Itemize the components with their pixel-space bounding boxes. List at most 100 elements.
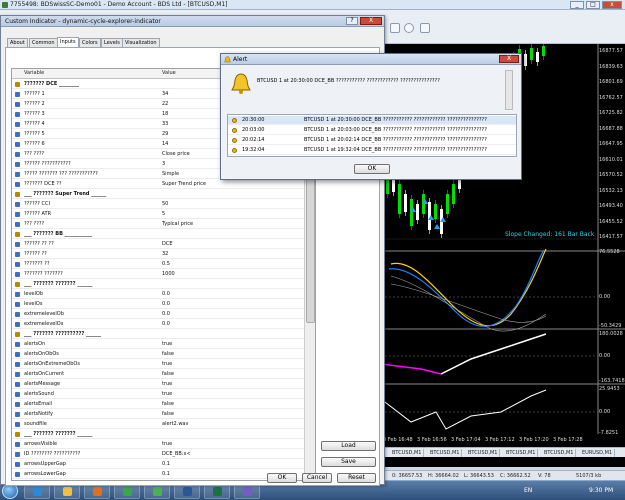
input-row[interactable]: ___ ??????? ??????? ______ bbox=[12, 430, 304, 439]
input-row[interactable]: ___ ??????? ??????? ______ bbox=[12, 280, 304, 289]
message-scrollbar[interactable] bbox=[505, 70, 513, 110]
chart-tab[interactable]: BTCUSD,M1 bbox=[542, 449, 577, 457]
variable-value[interactable]: 5 bbox=[162, 211, 165, 217]
variable-value[interactable]: true bbox=[162, 341, 172, 347]
input-row[interactable]: alertsOn true bbox=[12, 340, 304, 349]
input-row[interactable]: levelOs 0.0 bbox=[12, 300, 304, 309]
alert-row[interactable]: 20:02:14 BTCUSD 1 at 20:02:14 DCE_BB ????… bbox=[228, 136, 516, 145]
input-row[interactable]: extremelevelOb 0.0 bbox=[12, 310, 304, 319]
input-row[interactable]: alertsOnObOs false bbox=[12, 350, 304, 359]
input-row[interactable]: alertsOnExtremeObOs true bbox=[12, 360, 304, 369]
variable-value[interactable]: Typical price bbox=[162, 221, 193, 227]
ok-button[interactable]: OK bbox=[267, 473, 297, 483]
input-row[interactable]: alertsNotify false bbox=[12, 410, 304, 419]
input-row[interactable]: ___ ??????? BB ___________ bbox=[12, 230, 304, 239]
input-row[interactable]: extremelevelOs 0.0 bbox=[12, 320, 304, 329]
column-value[interactable]: Value bbox=[162, 70, 176, 76]
variable-value[interactable]: false bbox=[162, 411, 174, 417]
chart-shift-icon[interactable] bbox=[390, 23, 400, 33]
chart-tab[interactable]: BTCUSD,M1 bbox=[466, 449, 501, 457]
input-row[interactable]: alertsMessage true bbox=[12, 380, 304, 389]
variable-value[interactable]: DCE bbox=[162, 241, 173, 247]
input-row[interactable]: ID ???????? ?????????? DCE_BB:x< bbox=[12, 450, 304, 459]
input-row[interactable]: levelOb 0.0 bbox=[12, 290, 304, 299]
save-button[interactable]: Save bbox=[321, 457, 376, 467]
variable-value[interactable]: 29 bbox=[162, 131, 168, 137]
variable-value[interactable]: 18 bbox=[162, 111, 168, 117]
chart-tab[interactable]: EURUSD,M1 bbox=[580, 449, 616, 457]
templates-icon[interactable] bbox=[420, 23, 430, 33]
variable-value[interactable]: 3 bbox=[162, 161, 165, 167]
variable-value[interactable]: true bbox=[162, 391, 172, 397]
variable-value[interactable]: 0.0 bbox=[162, 291, 170, 297]
alert-close-button[interactable]: X bbox=[499, 55, 519, 63]
variable-value[interactable]: 34 bbox=[162, 91, 168, 97]
input-row[interactable]: ??????? DCE ?? Super Trend price bbox=[12, 180, 304, 189]
input-row[interactable]: ___ ??????? ?????????? ______ bbox=[12, 330, 304, 339]
variable-value[interactable]: false bbox=[162, 401, 174, 407]
input-row[interactable]: arrowsOnObOstrue bbox=[12, 480, 304, 481]
variable-value[interactable]: DCE_BB:x< bbox=[162, 451, 191, 457]
input-row[interactable]: ?????? ATR 5 bbox=[12, 210, 304, 219]
dialog-close-button[interactable]: X bbox=[360, 17, 382, 25]
chart-tab[interactable]: BTCUSD,M1 bbox=[504, 449, 539, 457]
variable-value[interactable]: Simple bbox=[162, 171, 179, 177]
alert-row[interactable]: 20:03:00 BTCUSD 1 at 20:03:00 DCE_BB ????… bbox=[228, 126, 516, 135]
close-button[interactable]: x bbox=[602, 1, 622, 9]
variable-value[interactable]: 14 bbox=[162, 141, 168, 147]
input-row[interactable]: arrowsLowerGap 0.1 bbox=[12, 470, 304, 479]
variable-value[interactable]: Close price bbox=[162, 151, 190, 157]
input-row[interactable]: soundfile alert2.wav bbox=[12, 420, 304, 429]
tab-visualization[interactable]: Visualization bbox=[122, 38, 160, 47]
input-row[interactable]: ?????? ?? 32 bbox=[12, 250, 304, 259]
variable-value[interactable]: true bbox=[162, 361, 172, 367]
input-row[interactable]: alertsSound true bbox=[12, 390, 304, 399]
input-row[interactable]: arrowsUpperGap 0.1 bbox=[12, 460, 304, 469]
variable-value[interactable]: 0.0 bbox=[162, 301, 170, 307]
alert-history-list[interactable]: 20:30:00 BTCUSD 1 at 20:30:00 DCE_BB ????… bbox=[227, 114, 517, 157]
chart-tab[interactable]: BTCUSD,M1 bbox=[390, 449, 425, 457]
variable-value[interactable]: 32 bbox=[162, 251, 168, 257]
tab-colors[interactable]: Colors bbox=[79, 38, 101, 47]
tab-about[interactable]: About bbox=[7, 38, 28, 47]
alert-ok-button[interactable]: OK bbox=[354, 164, 390, 174]
variable-value[interactable]: 1000 bbox=[162, 271, 175, 277]
variable-value[interactable]: 0.5 bbox=[162, 261, 170, 267]
input-row[interactable]: ?????? ?? ?? DCE bbox=[12, 240, 304, 249]
tab-common[interactable]: Common bbox=[29, 38, 58, 47]
variable-value[interactable]: alert2.wav bbox=[162, 421, 188, 427]
help-button[interactable]: ? bbox=[346, 17, 358, 25]
language-indicator[interactable]: EN bbox=[524, 487, 532, 494]
tab-levels[interactable]: Levels bbox=[101, 38, 123, 47]
variable-value[interactable]: 22 bbox=[162, 101, 168, 107]
input-row[interactable]: ??????? ?? 0.5 bbox=[12, 260, 304, 269]
variable-value[interactable]: false bbox=[162, 351, 174, 357]
variable-value[interactable]: true bbox=[162, 381, 172, 387]
load-button[interactable]: Load bbox=[321, 441, 376, 451]
clock-icon[interactable] bbox=[404, 23, 414, 33]
input-row[interactable]: ?????? CCI 50 bbox=[12, 200, 304, 209]
variable-value[interactable]: 0.1 bbox=[162, 461, 170, 467]
variable-value[interactable]: 50 bbox=[162, 201, 168, 207]
maximize-button[interactable]: □ bbox=[586, 1, 600, 9]
variable-value[interactable]: 0.1 bbox=[162, 471, 170, 477]
input-row[interactable]: ??????? ??????? 1000 bbox=[12, 270, 304, 279]
variable-value[interactable]: true bbox=[162, 441, 172, 447]
input-row[interactable]: alertsOnCurrent false bbox=[12, 370, 304, 379]
minimize-button[interactable]: _ bbox=[570, 1, 584, 9]
tab-inputs[interactable]: Inputs bbox=[57, 37, 79, 47]
variable-value[interactable]: 33 bbox=[162, 121, 168, 127]
reset-button[interactable]: Reset bbox=[337, 473, 376, 483]
clock[interactable]: 9:30 PM bbox=[589, 487, 613, 494]
input-row[interactable]: alertsEmail false bbox=[12, 400, 304, 409]
input-row[interactable]: ??? ???? Typical price bbox=[12, 220, 304, 229]
alert-row[interactable]: 20:30:00 BTCUSD 1 at 20:30:00 DCE_BB ????… bbox=[228, 116, 516, 125]
variable-value[interactable]: false bbox=[162, 371, 174, 377]
cancel-button[interactable]: Cancel bbox=[302, 473, 332, 483]
column-variable[interactable]: Variable bbox=[24, 70, 44, 76]
alert-row[interactable]: 19:32:04 BTCUSD 1 at 19:32:04 DCE_BB ????… bbox=[228, 146, 516, 155]
variable-value[interactable]: 0.0 bbox=[162, 311, 170, 317]
chart-tab[interactable]: BTCUSD,M1 bbox=[428, 449, 463, 457]
input-row[interactable]: arrowsVisible true bbox=[12, 440, 304, 449]
variable-value[interactable]: 0.0 bbox=[162, 321, 170, 327]
